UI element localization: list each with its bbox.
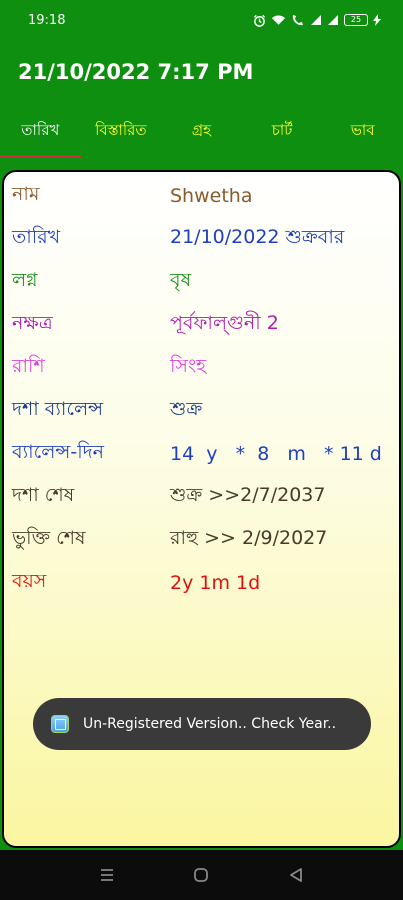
- system-nav-bar: [0, 850, 403, 900]
- tab-label: ভাব: [350, 120, 375, 139]
- detail-value: শুক্র: [170, 398, 203, 420]
- tab-planets[interactable]: গ্রহ: [161, 104, 242, 158]
- tab-label: তারিখ: [21, 120, 60, 139]
- detail-value: শুক্র >>2/7/2037: [170, 484, 326, 506]
- detail-label: নক্ষত্র: [12, 312, 53, 334]
- app-bar: 21/10/2022 7:17 PM: [0, 40, 403, 104]
- detail-label: ভুক্তি শেষ: [12, 527, 86, 549]
- detail-value: রাহু >> 2/9/2027: [170, 527, 328, 549]
- detail-value: Shwetha: [170, 185, 253, 207]
- tab-label: চার্ট: [271, 120, 293, 139]
- detail-label: দশা ব্যালেন্স: [12, 398, 104, 420]
- wifi-icon: [271, 15, 286, 25]
- detail-label: ব্যালেন্স-দিন: [12, 441, 104, 463]
- detail-row-age: বয়স 2y 1m 1d: [12, 567, 392, 599]
- battery-icon: 25: [344, 14, 368, 26]
- signal-icon: [311, 15, 321, 25]
- detail-row-bhukti-end: ভুক্তি শেষ রাহু >> 2/9/2027: [12, 524, 392, 556]
- app-icon: [51, 715, 69, 733]
- call-icon: [292, 15, 303, 26]
- detail-row-dasha-end: দশা শেষ শুক্র >>2/7/2037: [12, 481, 392, 513]
- detail-row-name: নাম Shwetha: [12, 180, 392, 212]
- tab-label: গ্রহ: [191, 120, 212, 139]
- tab-bhava[interactable]: ভাব: [322, 104, 403, 158]
- detail-label: দশা শেষ: [12, 484, 75, 506]
- charging-icon: [373, 14, 381, 26]
- back-icon: [289, 868, 302, 882]
- detail-value: 14 y * 8 m * 11 d: [170, 443, 382, 465]
- tab-details[interactable]: বিস্তারিত: [81, 104, 162, 158]
- signal-icon: [328, 15, 338, 25]
- back-button[interactable]: [276, 855, 316, 895]
- app-title: 21/10/2022 7:17 PM: [18, 60, 254, 84]
- toast-message: Un-Registered Version.. Check Year..: [33, 698, 371, 750]
- detail-row-lagna: লগ্ন বৃষ: [12, 266, 392, 298]
- detail-label: লগ্ন: [12, 269, 38, 291]
- detail-value: 21/10/2022 শুক্রবার: [170, 226, 345, 248]
- tab-chart[interactable]: চার্ট: [242, 104, 323, 158]
- status-icons: 25: [253, 14, 381, 27]
- detail-label: বয়স: [12, 570, 47, 592]
- home-icon: [194, 868, 209, 882]
- detail-value: 2y 1m 1d: [170, 572, 261, 594]
- toast-text: Un-Registered Version.. Check Year..: [83, 716, 337, 732]
- status-time: 19:18: [28, 12, 66, 28]
- detail-row-balance-days: ব্যালেন্স-দিন 14 y * 8 m * 11 d: [12, 438, 392, 470]
- recents-button[interactable]: [87, 855, 127, 895]
- recents-icon: [101, 869, 114, 881]
- detail-row-dasha-balance: দশা ব্যালেন্স শুক্র: [12, 395, 392, 427]
- tab-label: বিস্তারিত: [95, 120, 147, 139]
- tab-bar: তারিখ বিস্তারিত গ্রহ চার্ট ভাব: [0, 104, 403, 158]
- status-bar: 19:18 25: [0, 0, 403, 40]
- detail-label: নাম: [12, 183, 40, 205]
- tab-date[interactable]: তারিখ: [0, 104, 81, 158]
- detail-value: পূর্বফাল্গুনী 2: [170, 312, 279, 334]
- detail-label: রাশি: [12, 355, 45, 377]
- detail-row-date: তারিখ 21/10/2022 শুক্রবার: [12, 223, 392, 255]
- detail-value: বৃষ: [170, 269, 192, 291]
- alarm-icon: [253, 14, 266, 27]
- battery-level: 25: [350, 15, 362, 24]
- home-button[interactable]: [181, 855, 221, 895]
- detail-label: তারিখ: [12, 226, 61, 248]
- detail-value: সিংহ: [170, 355, 207, 377]
- detail-row-nakshatra: নক্ষত্র পূর্বফাল্গুনী 2: [12, 309, 392, 341]
- detail-row-rashi: রাশি সিংহ: [12, 352, 392, 384]
